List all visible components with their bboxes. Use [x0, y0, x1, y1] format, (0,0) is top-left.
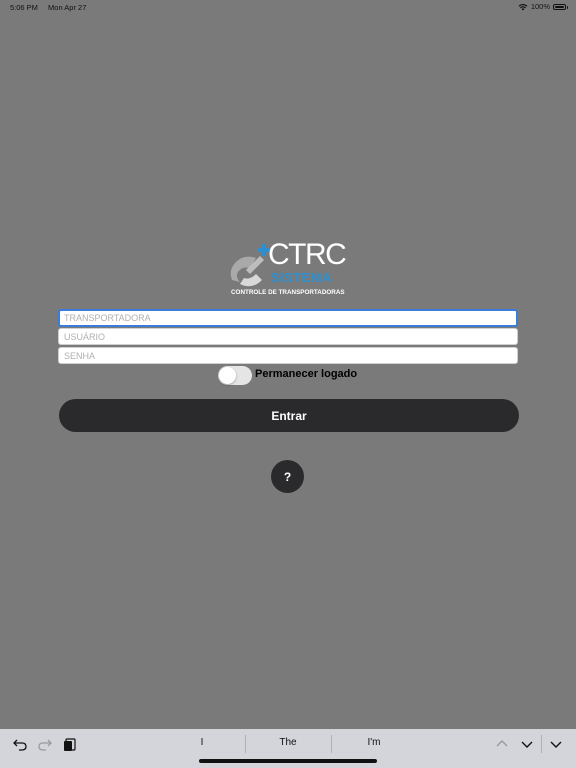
status-left: 5:06 PM Mon Apr 27 [10, 3, 94, 12]
battery-percent: 100% [530, 2, 550, 11]
password-input[interactable] [58, 347, 518, 364]
status-right: 100% [518, 2, 568, 11]
app-logo: CTRC SISTEMA CONTROLE DE TRANSPORTADORAS [226, 238, 350, 300]
status-date: Mon Apr 27 [48, 3, 87, 12]
suggestion-2[interactable]: The [248, 737, 328, 748]
status-time: 5:06 PM [10, 3, 38, 12]
battery-icon [553, 3, 568, 10]
collapse-keyboard-icon[interactable] [548, 736, 564, 752]
logo-title: CTRC [268, 238, 347, 271]
chevron-down-icon[interactable] [519, 736, 535, 752]
logo-subtitle: SISTEMA [271, 270, 333, 285]
undo-icon[interactable] [12, 736, 28, 752]
chevron-up-icon[interactable] [494, 736, 510, 752]
wifi-icon [518, 3, 528, 10]
toggle-knob [219, 367, 236, 384]
carrier-input[interactable] [58, 309, 518, 327]
remember-toggle[interactable] [218, 366, 252, 385]
suggestion-divider [245, 735, 246, 753]
home-indicator [199, 759, 377, 763]
username-input[interactable] [58, 328, 518, 345]
suggestion-3[interactable]: I'm [334, 737, 414, 748]
login-button[interactable]: Entrar [59, 399, 519, 432]
status-bar: 5:06 PM Mon Apr 27 100% [0, 0, 576, 14]
suggestion-1[interactable]: I [162, 737, 242, 748]
paste-icon[interactable] [62, 736, 78, 752]
logo-tagline: CONTROLE DE TRANSPORTADORAS [231, 289, 345, 296]
toolbar-divider [541, 735, 542, 753]
remember-label: Permanecer logado [255, 367, 358, 380]
suggestion-divider [331, 735, 332, 753]
remember-me: Permanecer logado [218, 366, 357, 385]
help-button[interactable]: ? [271, 460, 304, 493]
redo-icon[interactable] [37, 736, 53, 752]
